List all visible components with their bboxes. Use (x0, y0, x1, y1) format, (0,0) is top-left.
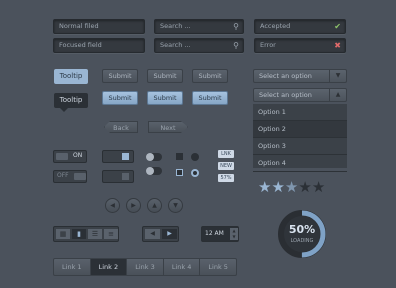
search-icon[interactable]: ⚲ (233, 20, 239, 33)
tooltip-light-text: Tooltip (59, 72, 83, 80)
switch-1[interactable] (146, 153, 162, 161)
detail-view-icon[interactable]: ≡ (104, 229, 118, 239)
progress-circle: 50% LOADING (277, 209, 327, 259)
view-switcher: ▦ ▮ ☰ ≡ (53, 226, 119, 242)
submit-button-5[interactable]: Submit (147, 91, 183, 105)
small-checkbox-checked[interactable] (176, 169, 183, 176)
list-view-icon[interactable]: ☰ (88, 229, 102, 239)
next-button[interactable]: Next (148, 121, 188, 133)
tab-link-3[interactable]: Link 3 (127, 259, 164, 275)
star-rating[interactable]: ★★★★★ (258, 180, 348, 198)
star-empty-icon[interactable]: ★ (312, 178, 325, 196)
error-field[interactable]: Error ✖ (254, 38, 346, 53)
time-stepper[interactable]: 12 AM ▲ ▼ (201, 226, 239, 242)
search-placeholder-2: Search ... (160, 41, 191, 49)
select-option-1[interactable]: Option 1 (253, 104, 347, 121)
error-text: Error (260, 41, 276, 49)
select-option-3[interactable]: Option 3 (253, 138, 347, 155)
tooltip-light: Tooltip (54, 69, 88, 84)
toggle-knob (56, 153, 68, 160)
submit-button-3[interactable]: Submit (192, 69, 228, 83)
tab-link-4[interactable]: Link 4 (164, 259, 201, 275)
checkbox-checked[interactable] (122, 153, 129, 160)
columns-view-icon[interactable]: ▮ (72, 229, 86, 239)
select-label: Select an option (259, 72, 312, 80)
stepper-down-icon[interactable]: ▼ (230, 234, 238, 240)
radio-button-checked[interactable] (191, 169, 199, 177)
toggle-on-label: ON (73, 152, 83, 159)
next-round-icon[interactable]: ▶ (126, 198, 141, 213)
search-icon[interactable]: ⚲ (233, 39, 239, 52)
accepted-text: Accepted (260, 22, 291, 30)
star-half-icon[interactable]: ★ (285, 178, 298, 196)
checkbox-group-2[interactable] (102, 170, 134, 183)
star-icon[interactable]: ★ (271, 178, 284, 196)
submit-button-6[interactable]: Submit (192, 91, 228, 105)
submit-button-4[interactable]: Submit (102, 91, 138, 105)
search-input-2[interactable]: Search ... ⚲ (154, 38, 244, 53)
checkbox-group-1[interactable] (102, 150, 134, 163)
badge-link: LNK (218, 150, 234, 158)
tab-link-1[interactable]: Link 1 (54, 259, 91, 275)
tooltip-dark-text: Tooltip (59, 96, 83, 104)
chevron-down-icon: ▼ (329, 70, 346, 82)
tab-link-5[interactable]: Link 5 (200, 259, 236, 275)
select-option-4[interactable]: Option 4 (253, 155, 347, 172)
toggle-on[interactable]: ON (53, 150, 87, 163)
star-empty-icon[interactable]: ★ (298, 178, 311, 196)
badge-percent: 57% (218, 174, 234, 182)
progress-label: 50% (288, 223, 316, 236)
focused-field[interactable]: Focused field (53, 38, 145, 53)
normal-field-text: Normal filed (59, 22, 99, 30)
accepted-field[interactable]: Accepted ✔ (254, 19, 346, 34)
badge-new: NEW (218, 162, 234, 170)
search-input[interactable]: Search ... ⚲ (154, 19, 244, 34)
submit-button-2[interactable]: Submit (147, 69, 183, 83)
down-round-icon[interactable]: ▼ (168, 198, 183, 213)
back-button[interactable]: Back (104, 121, 138, 133)
normal-field[interactable]: Normal filed (53, 19, 145, 34)
up-round-icon[interactable]: ▲ (147, 198, 162, 213)
pager: ◀ ▶ (142, 226, 179, 242)
checkbox-unchecked[interactable] (122, 173, 129, 180)
select-option-2[interactable]: Option 2 (253, 121, 347, 138)
pager-prev-icon[interactable]: ◀ (145, 229, 160, 239)
toggle-off-label: OFF (57, 172, 69, 179)
check-icon: ✔ (334, 22, 341, 31)
tooltip-dark: Tooltip (54, 93, 88, 108)
prev-round-icon[interactable]: ◀ (105, 198, 120, 213)
small-checkbox[interactable] (176, 153, 183, 160)
select-dropdown: Option 1 Option 2 Option 3 Option 4 (253, 104, 347, 172)
search-placeholder: Search ... (160, 22, 191, 30)
tooltip-arrow (60, 108, 68, 112)
switch-2[interactable] (146, 167, 162, 175)
radio-button[interactable] (191, 153, 199, 161)
tab-bar: Link 1 Link 2 Link 3 Link 4 Link 5 (53, 258, 237, 276)
pager-next-icon[interactable]: ▶ (162, 229, 177, 239)
toggle-off[interactable]: OFF (53, 170, 87, 183)
close-icon: ✖ (334, 41, 341, 50)
toggle-knob (74, 173, 86, 180)
progress-sublabel: LOADING (290, 238, 314, 244)
grid-view-icon[interactable]: ▦ (56, 229, 70, 239)
select-open[interactable]: Select an option ▲ (253, 88, 347, 102)
tab-link-2[interactable]: Link 2 (90, 259, 128, 275)
chevron-up-icon: ▲ (329, 89, 346, 101)
star-icon[interactable]: ★ (258, 178, 271, 196)
select-open-label: Select an option (259, 91, 312, 99)
submit-button-1[interactable]: Submit (102, 69, 138, 83)
focused-field-text: Focused field (59, 41, 102, 49)
time-value: 12 AM (205, 230, 224, 237)
select-closed[interactable]: Select an option ▼ (253, 69, 347, 83)
